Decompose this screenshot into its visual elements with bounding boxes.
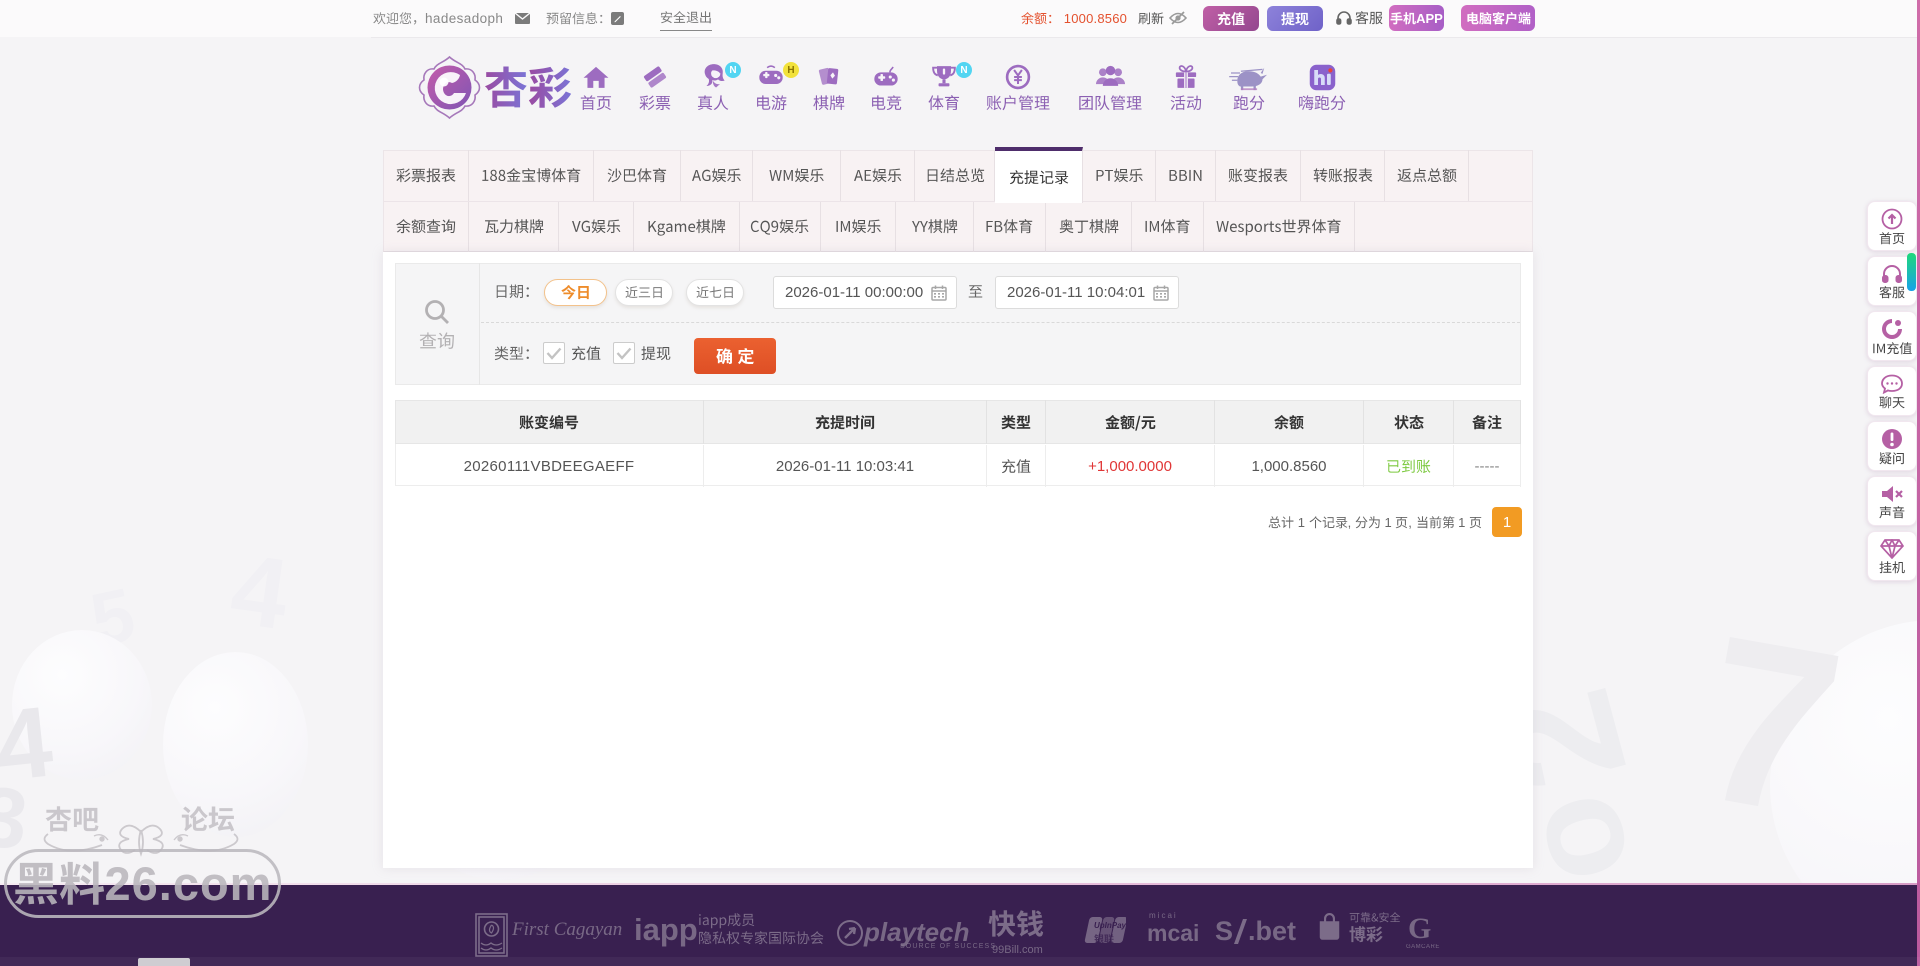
svg-text:UpInPay: UpInPay [1094,921,1126,930]
